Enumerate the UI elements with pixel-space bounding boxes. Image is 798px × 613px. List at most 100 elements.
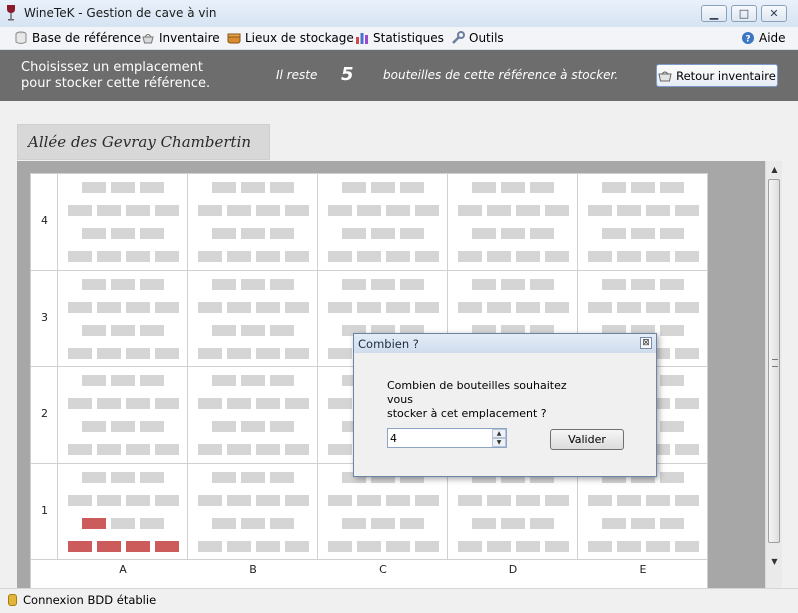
menu-statistiques[interactable]: Statistiques	[355, 29, 444, 47]
rack-slot-A2[interactable]	[58, 367, 188, 464]
bottle-slot-empty	[588, 540, 612, 552]
column-label: C	[379, 563, 387, 576]
bottle-slot-empty	[660, 471, 684, 483]
rack-slot-A4[interactable]	[58, 174, 188, 271]
bottle-slot-empty	[545, 494, 569, 506]
row-label-cell	[31, 174, 58, 271]
dialog-close-icon[interactable]: ⊠	[640, 337, 652, 349]
bottle-occupied	[155, 540, 179, 552]
question-line-1: Combien de bouteilles souhaitez vous	[387, 379, 567, 406]
rack-slot-E1[interactable]	[578, 463, 708, 560]
bottle-slot-empty	[617, 205, 641, 216]
maximize-icon: □	[738, 7, 750, 20]
bottle-slot-empty	[198, 398, 222, 409]
bottle-slot-empty	[241, 324, 265, 336]
bottle-slot-empty	[68, 301, 92, 313]
maximize-button[interactable]: □	[731, 5, 757, 22]
bottle-slot-empty	[155, 444, 179, 455]
bottle-slot-empty	[487, 301, 511, 313]
bottle-slot-empty	[227, 205, 251, 216]
row-label-cell	[31, 270, 58, 367]
scroll-grip-icon	[772, 359, 778, 367]
bottle-slot-empty	[97, 205, 121, 216]
bottle-slot-empty	[212, 228, 236, 239]
bottle-slot-empty	[140, 421, 164, 432]
bottle-slot-empty	[617, 301, 641, 313]
rack-slot-A3[interactable]	[58, 270, 188, 367]
bottle-slot-empty	[602, 182, 626, 193]
scroll-down-arrow-icon[interactable]: ▼	[766, 553, 783, 570]
rack-slot-C1[interactable]	[318, 463, 448, 560]
bottle-slot-empty	[458, 540, 482, 552]
rack-slot-D1[interactable]	[448, 463, 578, 560]
bottle-slot-empty	[270, 517, 294, 529]
vertical-scrollbar[interactable]: ▲ ▼	[765, 161, 782, 588]
basket-icon	[142, 34, 154, 44]
row-label-cell	[31, 367, 58, 464]
minimize-button[interactable]: ▁	[701, 5, 727, 22]
bottle-slot-empty	[212, 324, 236, 336]
bottle-slot-empty	[155, 347, 179, 359]
dialog-question: Combien de bouteilles souhaitez vous sto…	[387, 379, 587, 421]
bottle-slot-empty	[342, 517, 366, 529]
rack-slot-B1[interactable]	[188, 463, 318, 560]
spin-up-arrow-icon[interactable]: ▲	[492, 429, 506, 438]
rack-slot-B2[interactable]	[188, 367, 318, 464]
rack-slot-B4[interactable]	[188, 174, 318, 271]
bottle-slot-empty	[646, 205, 670, 216]
bottle-slot-empty	[198, 301, 222, 313]
question-line-2: stocker à cet emplacement ?	[387, 407, 547, 420]
bottle-slot-empty	[155, 251, 179, 262]
bottle-slot-empty	[617, 251, 641, 262]
bottle-slot-empty	[285, 301, 309, 313]
bottle-slot-empty	[111, 228, 135, 239]
retour-inventaire-button[interactable]: Retour inventaire	[656, 64, 778, 87]
bottle-slot-empty	[285, 444, 309, 455]
rack-slot-C4[interactable]	[318, 174, 448, 271]
bottle-slot-empty	[126, 494, 150, 506]
bottle-slot-empty	[140, 471, 164, 483]
quantity-dialog: Combien ? ⊠ Combien de bouteilles souhai…	[353, 333, 657, 477]
bottle-slot-empty	[285, 398, 309, 409]
close-icon: ✕	[769, 7, 779, 20]
menu-inventaire[interactable]: Inventaire	[141, 29, 220, 47]
bottle-slot-empty	[285, 205, 309, 216]
menu-base-reference[interactable]: Base de référence	[14, 29, 141, 47]
bottle-slot-empty	[660, 324, 684, 336]
valider-button[interactable]: Valider	[550, 429, 624, 450]
bottle-slot-empty	[126, 301, 150, 313]
bottle-slot-empty	[617, 494, 641, 506]
menu-lieux-stockage[interactable]: Lieux de stockage	[227, 29, 354, 47]
menu-outils[interactable]: Outils	[451, 29, 504, 47]
bottle-slot-empty	[545, 251, 569, 262]
menu-aide[interactable]: ? Aide	[741, 29, 786, 47]
instruction-line-2: pour stocker cette référence.	[21, 76, 211, 91]
bottle-slot-empty	[198, 347, 222, 359]
close-button[interactable]: ✕	[761, 5, 787, 22]
scroll-up-arrow-icon[interactable]: ▲	[766, 161, 783, 178]
rack-slot-B3[interactable]	[188, 270, 318, 367]
menu-label: Aide	[759, 31, 786, 45]
bottle-slot-empty	[530, 182, 554, 193]
bottle-slot-empty	[415, 494, 439, 506]
spin-down-arrow-icon[interactable]: ▼	[492, 438, 506, 447]
scroll-thumb[interactable]	[768, 179, 780, 543]
rack-slot-A1[interactable]	[58, 463, 188, 560]
quantity-input[interactable]	[388, 429, 496, 447]
bottle-slot-empty	[516, 540, 540, 552]
bottle-slot-empty	[415, 301, 439, 313]
bottle-slot-empty	[328, 540, 352, 552]
allee-title: Allée des Gevray Chambertin	[17, 124, 270, 160]
bottle-slot-empty	[212, 517, 236, 529]
bottle-slot-empty	[82, 471, 106, 483]
bottle-slot-empty	[155, 398, 179, 409]
rack-slot-E4[interactable]	[578, 174, 708, 271]
crate-icon	[227, 33, 241, 44]
quantity-stepper[interactable]: ▲ ▼	[387, 428, 507, 448]
bottle-slot-empty	[342, 278, 366, 290]
rack-slot-D4[interactable]	[448, 174, 578, 271]
bottle-occupied	[68, 540, 92, 552]
wine-glass-icon	[7, 5, 15, 21]
bottle-slot-empty	[82, 182, 106, 193]
bottle-slot-empty	[68, 444, 92, 455]
